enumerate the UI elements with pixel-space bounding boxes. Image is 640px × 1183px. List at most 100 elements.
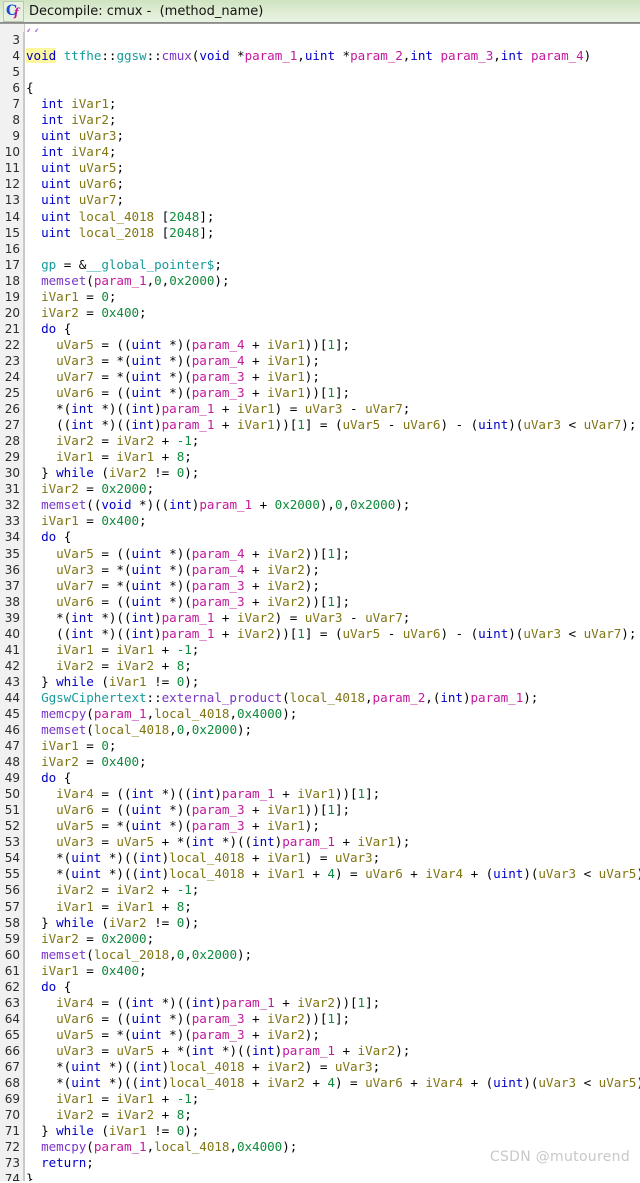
code-line[interactable]: 33 iVar1 = 0x400; [0, 513, 640, 530]
code-text[interactable]: } while (iVar2 != 0); [24, 915, 199, 931]
code-text[interactable]: *(int *)((int)param_1 + iVar1) = uVar3 -… [24, 401, 410, 417]
code-line[interactable]: 56 iVar2 = iVar2 + -1; [0, 882, 640, 899]
code-text[interactable]: memcpy(param_1,local_4018,0x4000); [24, 706, 297, 722]
code-text[interactable]: uVar5 = ((uint *)(param_4 + iVar1))[1]; [24, 337, 350, 353]
code-text[interactable]: iVar2 = 0x2000; [24, 481, 154, 497]
code-line[interactable]: 38 uVar6 = ((uint *)(param_3 + iVar2))[1… [0, 593, 640, 610]
code-text[interactable]: memset(local_2018,0,0x2000); [24, 947, 252, 963]
code-line[interactable]: 17 gp = &__global_pointer$; [0, 256, 640, 273]
code-line[interactable]: 18 memset(param_1,0,0x2000); [0, 272, 640, 289]
code-line[interactable]: 27 ((int *)((int)param_1 + iVar1))[1] = … [0, 417, 640, 434]
code-line[interactable]: 66 uVar3 = uVar5 + *(int *)((int)param_1… [0, 1042, 640, 1059]
code-text[interactable]: iVar2 = iVar2 + 8; [24, 1107, 192, 1123]
code-text[interactable]: memset((void *)((int)param_1 + 0x2000),0… [24, 497, 410, 513]
code-line[interactable]: 8 int iVar2; [0, 112, 640, 129]
code-text[interactable]: uVar5 = ((uint *)(param_4 + iVar2))[1]; [24, 546, 350, 562]
code-text[interactable]: } [24, 1171, 34, 1181]
code-text[interactable]: iVar1 = 0x400; [24, 513, 147, 529]
code-text[interactable]: do { [24, 321, 71, 337]
code-text[interactable]: iVar2 = iVar2 + -1; [24, 882, 199, 898]
code-line[interactable]: 67 *(uint *)((int)local_4018 + iVar2) = … [0, 1059, 640, 1076]
code-line[interactable]: 47 iVar1 = 0; [0, 738, 640, 755]
code-text[interactable]: uint uVar5; [24, 160, 124, 176]
code-line[interactable]: 72 memcpy(param_1,local_4018,0x4000); [0, 1139, 640, 1156]
code-text[interactable]: iVar2 = 0x400; [24, 305, 147, 321]
code-text[interactable]: } while (iVar1 != 0); [24, 1123, 199, 1139]
code-text[interactable]: uint uVar3; [24, 128, 124, 144]
code-line[interactable]: 15 uint local_2018 [2048]; [0, 224, 640, 241]
code-text[interactable]: *(uint *)((int)local_4018 + iVar1 + 4) =… [24, 866, 640, 882]
code-text[interactable]: uint local_4018 [2048]; [24, 209, 214, 225]
code-text[interactable]: uVar5 = *(uint *)(param_3 + iVar1); [24, 818, 320, 834]
code-text[interactable] [24, 241, 34, 257]
code-text[interactable]: int iVar1; [24, 96, 116, 112]
code-line[interactable]: 35 uVar5 = ((uint *)(param_4 + iVar2))[1… [0, 545, 640, 562]
code-line[interactable]: 62 do { [0, 978, 640, 995]
code-line[interactable]: 65 uVar5 = *(uint *)(param_3 + iVar2); [0, 1026, 640, 1043]
code-line[interactable]: 37 uVar7 = *(uint *)(param_3 + iVar2); [0, 577, 640, 594]
code-text[interactable]: uVar3 = *(uint *)(param_4 + iVar2); [24, 562, 320, 578]
code-text[interactable]: iVar4 = ((int *)((int)param_1 + iVar2))[… [24, 995, 380, 1011]
code-line[interactable]: 68 *(uint *)((int)local_4018 + iVar2 + 4… [0, 1075, 640, 1092]
code-line[interactable]: 57 iVar1 = iVar1 + 8; [0, 898, 640, 915]
code-line[interactable]: 4 void ttfhe::ggsw::cmux(void *param_1,ui… [0, 48, 640, 65]
code-text[interactable]: iVar1 = iVar1 + 8; [24, 449, 192, 465]
code-text[interactable]: *(uint *)((int)local_4018 + iVar2) = uVa… [24, 1059, 380, 1075]
code-line[interactable]: 20 iVar2 = 0x400; [0, 304, 640, 321]
code-text[interactable]: iVar2 = iVar2 + -1; [24, 433, 199, 449]
code-text[interactable]: uVar6 = ((uint *)(param_3 + iVar1))[1]; [24, 802, 350, 818]
code-line[interactable]: 5 [0, 64, 640, 81]
code-line[interactable]: 21 do { [0, 320, 640, 337]
code-text[interactable]: uVar7 = *(uint *)(param_3 + iVar1); [24, 369, 320, 385]
code-text[interactable]: } while (iVar2 != 0); [24, 465, 199, 481]
code-line[interactable]: 61 iVar1 = 0x400; [0, 962, 640, 979]
code-line[interactable]: 28 iVar2 = iVar2 + -1; [0, 433, 640, 450]
code-text[interactable]: uVar3 = uVar5 + *(int *)((int)param_1 + … [24, 834, 410, 850]
code-line[interactable]: 12 uint uVar6; [0, 176, 640, 193]
code-line[interactable]: 11 uint uVar5; [0, 160, 640, 177]
code-text[interactable]: memcpy(param_1,local_4018,0x4000); [24, 1139, 297, 1155]
code-text[interactable]: ((int *)((int)param_1 + iVar2))[1] = (uV… [24, 626, 636, 642]
code-text[interactable]: uVar5 = *(uint *)(param_3 + iVar2); [24, 1027, 320, 1043]
code-line[interactable]: 52 uVar5 = *(uint *)(param_3 + iVar1); [0, 818, 640, 835]
code-line[interactable]: 64 uVar6 = ((uint *)(param_3 + iVar2))[1… [0, 1010, 640, 1027]
code-text[interactable]: *(uint *)((int)local_4018 + iVar1) = uVa… [24, 850, 380, 866]
code-line[interactable]: 22 uVar5 = ((uint *)(param_4 + iVar1))[1… [0, 336, 640, 353]
code-line[interactable]: 46 memset(local_4018,0,0x2000); [0, 722, 640, 739]
code-text[interactable]: iVar1 = iVar1 + -1; [24, 1091, 199, 1107]
code-line[interactable]: 54 *(uint *)((int)local_4018 + iVar1) = … [0, 850, 640, 867]
code-text[interactable] [24, 64, 34, 80]
code-text[interactable]: return; [24, 1155, 94, 1171]
code-text[interactable]: int iVar2; [24, 112, 116, 128]
code-line[interactable]: 51 uVar6 = ((uint *)(param_3 + iVar1))[1… [0, 802, 640, 819]
code-line[interactable]: 23 uVar3 = *(uint *)(param_4 + iVar1); [0, 352, 640, 369]
code-text[interactable]: *(int *)((int)param_1 + iVar2) = uVar3 -… [24, 610, 410, 626]
code-line[interactable]: 44 GgswCiphertext::external_product(loca… [0, 689, 640, 706]
code-line[interactable]: 31 iVar2 = 0x2000; [0, 481, 640, 498]
code-line[interactable]: 74} [0, 1171, 640, 1181]
code-line[interactable]: 43 } while (iVar1 != 0); [0, 673, 640, 690]
code-text[interactable]: uVar6 = ((uint *)(param_3 + iVar2))[1]; [24, 594, 350, 610]
code-text[interactable]: uint uVar6; [24, 176, 124, 192]
code-text[interactable]: uVar6 = ((uint *)(param_3 + iVar1))[1]; [24, 385, 350, 401]
code-text[interactable]: ((int *)((int)param_1 + iVar1))[1] = (uV… [24, 417, 636, 433]
code-line[interactable]: 71 } while (iVar1 != 0); [0, 1123, 640, 1140]
code-text[interactable]: GgswCiphertext::external_product(local_4… [24, 690, 538, 706]
code-text[interactable]: void ttfhe::ggsw::cmux(void *param_1,uin… [24, 48, 591, 64]
code-line[interactable]: 6{ [0, 80, 640, 97]
code-line[interactable]: 69 iVar1 = iVar1 + -1; [0, 1091, 640, 1108]
code-text[interactable]: iVar1 = 0; [24, 289, 116, 305]
code-line[interactable]: 45 memcpy(param_1,local_4018,0x4000); [0, 705, 640, 723]
code-line[interactable]: 3 [0, 32, 640, 49]
decompiler-code-view[interactable]: ‹‹ 3 4 void ttfhe::ggsw::cmux(void *param… [0, 24, 640, 1181]
code-line[interactable]: 59 iVar2 = 0x2000; [0, 930, 640, 947]
code-text[interactable]: uint local_2018 [2048]; [24, 225, 214, 241]
code-line[interactable]: 14 uint local_4018 [2048]; [0, 208, 640, 225]
code-line[interactable]: 34 do { [0, 529, 640, 546]
code-text[interactable]: memset(param_1,0,0x2000); [24, 273, 229, 289]
code-line[interactable]: 49 do { [0, 770, 640, 787]
code-line[interactable]: 25 uVar6 = ((uint *)(param_3 + iVar1))[1… [0, 385, 640, 402]
code-line[interactable]: 9 uint uVar3; [0, 128, 640, 145]
code-line[interactable]: 39 *(int *)((int)param_1 + iVar2) = uVar… [0, 609, 640, 626]
code-line[interactable]: 30 } while (iVar2 != 0); [0, 465, 640, 482]
